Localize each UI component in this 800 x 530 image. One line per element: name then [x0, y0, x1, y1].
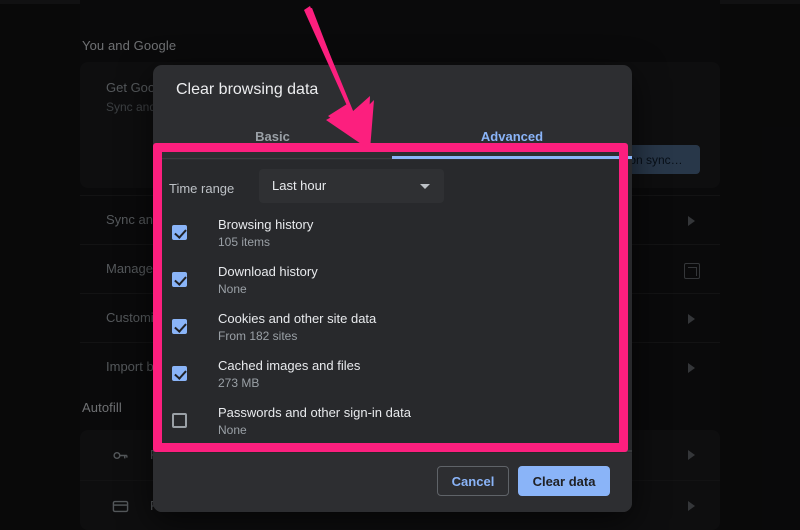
- tab-active-indicator: [392, 156, 632, 159]
- checkbox-cookies-and-other-site-data[interactable]: [172, 319, 187, 334]
- time-range-label: Time range: [169, 181, 235, 196]
- tab-advanced[interactable]: Advanced: [392, 113, 632, 159]
- check-icon: [174, 367, 187, 380]
- data-type-list[interactable]: Browsing history 105 items Download hist…: [153, 212, 632, 453]
- list-item[interactable]: Browsing history 105 items: [169, 212, 616, 259]
- chevron-down-icon: [420, 184, 430, 189]
- check-icon: [174, 226, 187, 239]
- list-item-subtitle: 273 MB: [218, 376, 260, 390]
- list-item-subtitle: None: [218, 423, 247, 437]
- screen: You and Google Get Goog Sync and on sync…: [0, 0, 800, 530]
- dialog-tabs: Basic Advanced: [153, 113, 632, 159]
- list-item[interactable]: Passwords and other sign-in data None: [169, 400, 616, 447]
- checkbox-browsing-history[interactable]: [172, 225, 187, 240]
- time-range-value: Last hour: [272, 178, 327, 193]
- list-item-title: Passwords and other sign-in data: [218, 405, 411, 420]
- list-item[interactable]: Cached images and files 273 MB: [169, 353, 616, 400]
- list-item-title: Cookies and other site data: [218, 311, 377, 326]
- list-item-title: Browsing history: [218, 217, 314, 232]
- list-item-subtitle: 105 items: [218, 235, 271, 249]
- dialog-body: Time range Last hour Browsing history 10…: [153, 160, 632, 453]
- list-item[interactable]: Cookies and other site data From 182 sit…: [169, 306, 616, 353]
- check-icon: [174, 320, 187, 333]
- list-item[interactable]: Download history None: [169, 259, 616, 306]
- checkbox-download-history[interactable]: [172, 272, 187, 287]
- clear-browsing-data-dialog: Clear browsing data Basic Advanced Time …: [153, 65, 632, 512]
- list-item-title: Download history: [218, 264, 318, 279]
- list-item-subtitle: None: [218, 282, 247, 296]
- dialog-title: Clear browsing data: [176, 81, 319, 98]
- time-range-select[interactable]: Last hour: [259, 169, 444, 203]
- list-item-subtitle: From 182 sites: [218, 329, 298, 343]
- checkbox-cached-images-and-files[interactable]: [172, 366, 187, 381]
- list-item-title: Cached images and files: [218, 358, 361, 373]
- time-range-row: Time range Last hour: [169, 169, 616, 211]
- dialog-footer: Cancel Clear data: [153, 453, 632, 512]
- clear-data-button[interactable]: Clear data: [518, 466, 610, 496]
- check-icon: [174, 273, 187, 286]
- list-scroll-divider: [153, 450, 632, 452]
- tab-basic[interactable]: Basic: [153, 113, 392, 159]
- checkbox-passwords-and-other-sign-in-data[interactable]: [172, 413, 187, 428]
- cancel-button[interactable]: Cancel: [437, 466, 509, 496]
